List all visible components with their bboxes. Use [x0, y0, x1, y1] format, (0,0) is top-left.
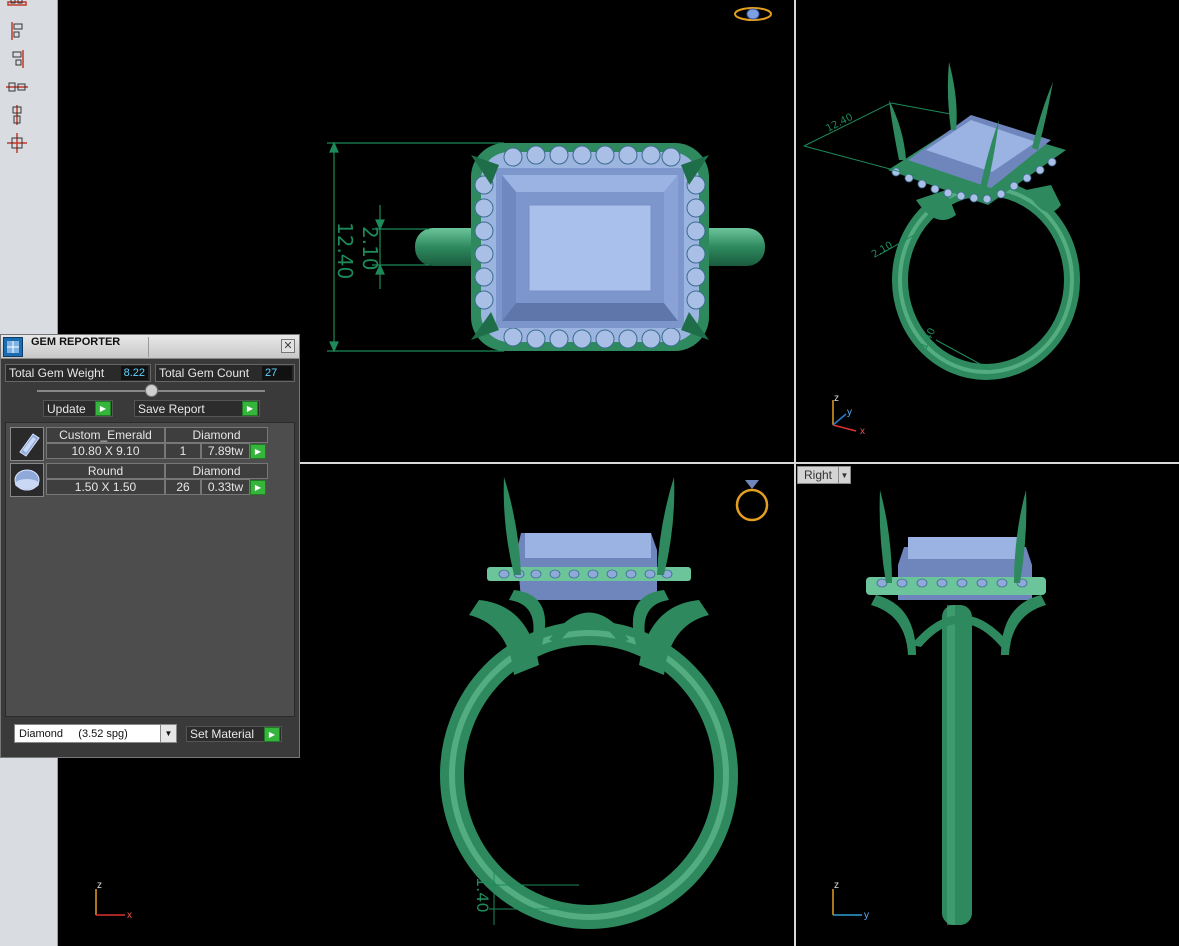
gem-material: Diamond: [165, 463, 268, 479]
close-icon[interactable]: ✕: [281, 339, 295, 353]
right-viewport[interactable]: z y: [796, 465, 1179, 946]
gem-size: 1.50 X 1.50: [46, 479, 165, 495]
ring-view-icon[interactable]: [735, 480, 769, 522]
total-gem-weight-label: Total Gem Weight: [9, 366, 105, 380]
svg-text:z: z: [834, 880, 839, 891]
center-align-icon[interactable]: [4, 132, 30, 154]
gem-weight: 7.89tw: [201, 443, 250, 459]
gem-size: 10.80 X 9.10: [46, 443, 165, 459]
perspective-viewport[interactable]: 12.40 2.10 1.40 z y x: [796, 0, 1179, 462]
view-selector-label: Right: [804, 468, 833, 482]
gem-reporter-titlebar[interactable]: GEM REPORTER ✕: [1, 335, 299, 359]
ring-shank: [942, 605, 972, 925]
material-select[interactable]: Diamond (3.52 spg) ▼: [14, 724, 177, 743]
svg-text:z: z: [834, 393, 839, 404]
chevron-down-icon[interactable]: ▼: [160, 725, 176, 742]
chevron-down-icon[interactable]: ▼: [838, 467, 850, 483]
select-gem-arrow-icon[interactable]: ▶: [250, 480, 266, 495]
gem-count: 1: [165, 443, 201, 459]
svg-text:x: x: [860, 426, 865, 437]
align-center-horizontal-icon[interactable]: [4, 76, 30, 98]
svg-text:y: y: [864, 910, 869, 921]
svg-text:x: x: [127, 910, 132, 921]
gem-count: 26: [165, 479, 201, 495]
gem-list-item[interactable]: Custom_Emerald Diamond 10.80 X 9.10 1 7.…: [10, 427, 270, 461]
total-gem-count-value: 27: [262, 366, 292, 380]
emerald-cut-gem-icon: [10, 427, 44, 461]
dimension-2-10-label: 2.10: [358, 226, 382, 271]
align-left-icon[interactable]: [4, 20, 30, 42]
align-center-vertical-icon[interactable]: [4, 104, 30, 126]
viewport-splitter-horizontal[interactable]: [300, 462, 1179, 464]
total-gem-count-field: Total Gem Count 27: [155, 364, 295, 382]
persp-dimension-12-40-label: 12.40: [824, 112, 855, 135]
gem-material: Diamond: [165, 427, 268, 443]
gem-list: Custom_Emerald Diamond 10.80 X 9.10 1 7.…: [5, 422, 295, 717]
axis-triad: z x: [95, 880, 132, 921]
gem-reporter-panel: GEM REPORTER ✕ Total Gem Weight 8.22 Tot…: [0, 334, 300, 758]
save-report-button[interactable]: Save Report ▶: [134, 400, 260, 417]
align-top-icon[interactable]: [4, 0, 30, 16]
select-gem-arrow-icon[interactable]: ▶: [250, 444, 266, 459]
save-report-button-label: Save Report: [138, 401, 205, 416]
svg-text:y: y: [847, 407, 852, 418]
gem-reporter-title: GEM REPORTER: [31, 336, 121, 348]
align-right-icon[interactable]: [4, 48, 30, 70]
gem-shape: Custom_Emerald: [46, 427, 165, 443]
gem-weight: 0.33tw: [201, 479, 250, 495]
axis-triad: z y x: [832, 393, 865, 437]
persp-dimension-2-10-label: 2.10: [870, 240, 895, 261]
axis-triad: z y: [832, 880, 869, 921]
slider-handle[interactable]: [145, 384, 158, 397]
round-gem-icon: [10, 463, 44, 497]
total-gem-weight-field: Total Gem Weight 8.22: [5, 364, 151, 382]
view-selector[interactable]: Right ▼: [797, 466, 851, 484]
play-arrow-icon: ▶: [242, 401, 258, 416]
play-arrow-icon: ▶: [264, 727, 280, 742]
update-button-label: Update: [47, 401, 86, 416]
gem-shape: Round: [46, 463, 165, 479]
set-material-button-label: Set Material: [190, 727, 255, 741]
gem-reporter-logo-icon: [3, 337, 23, 357]
play-arrow-icon: ▶: [95, 401, 111, 416]
update-button[interactable]: Update ▶: [43, 400, 113, 417]
total-gem-weight-value: 8.22: [120, 366, 148, 380]
svg-text:z: z: [97, 880, 102, 891]
material-select-value: Diamond (3.52 spg): [19, 727, 128, 740]
viewport-splitter-vertical[interactable]: [794, 0, 796, 946]
front-dimension-1-40-label: 1.40: [473, 877, 492, 913]
set-material-button[interactable]: Set Material ▶: [186, 726, 282, 742]
view-orientation-icon[interactable]: [734, 7, 772, 21]
total-gem-count-label: Total Gem Count: [159, 366, 250, 380]
gem-list-item[interactable]: Round Diamond 1.50 X 1.50 26 0.33tw ▶: [10, 463, 270, 497]
dimension-12-40-label: 12.40: [333, 222, 357, 279]
